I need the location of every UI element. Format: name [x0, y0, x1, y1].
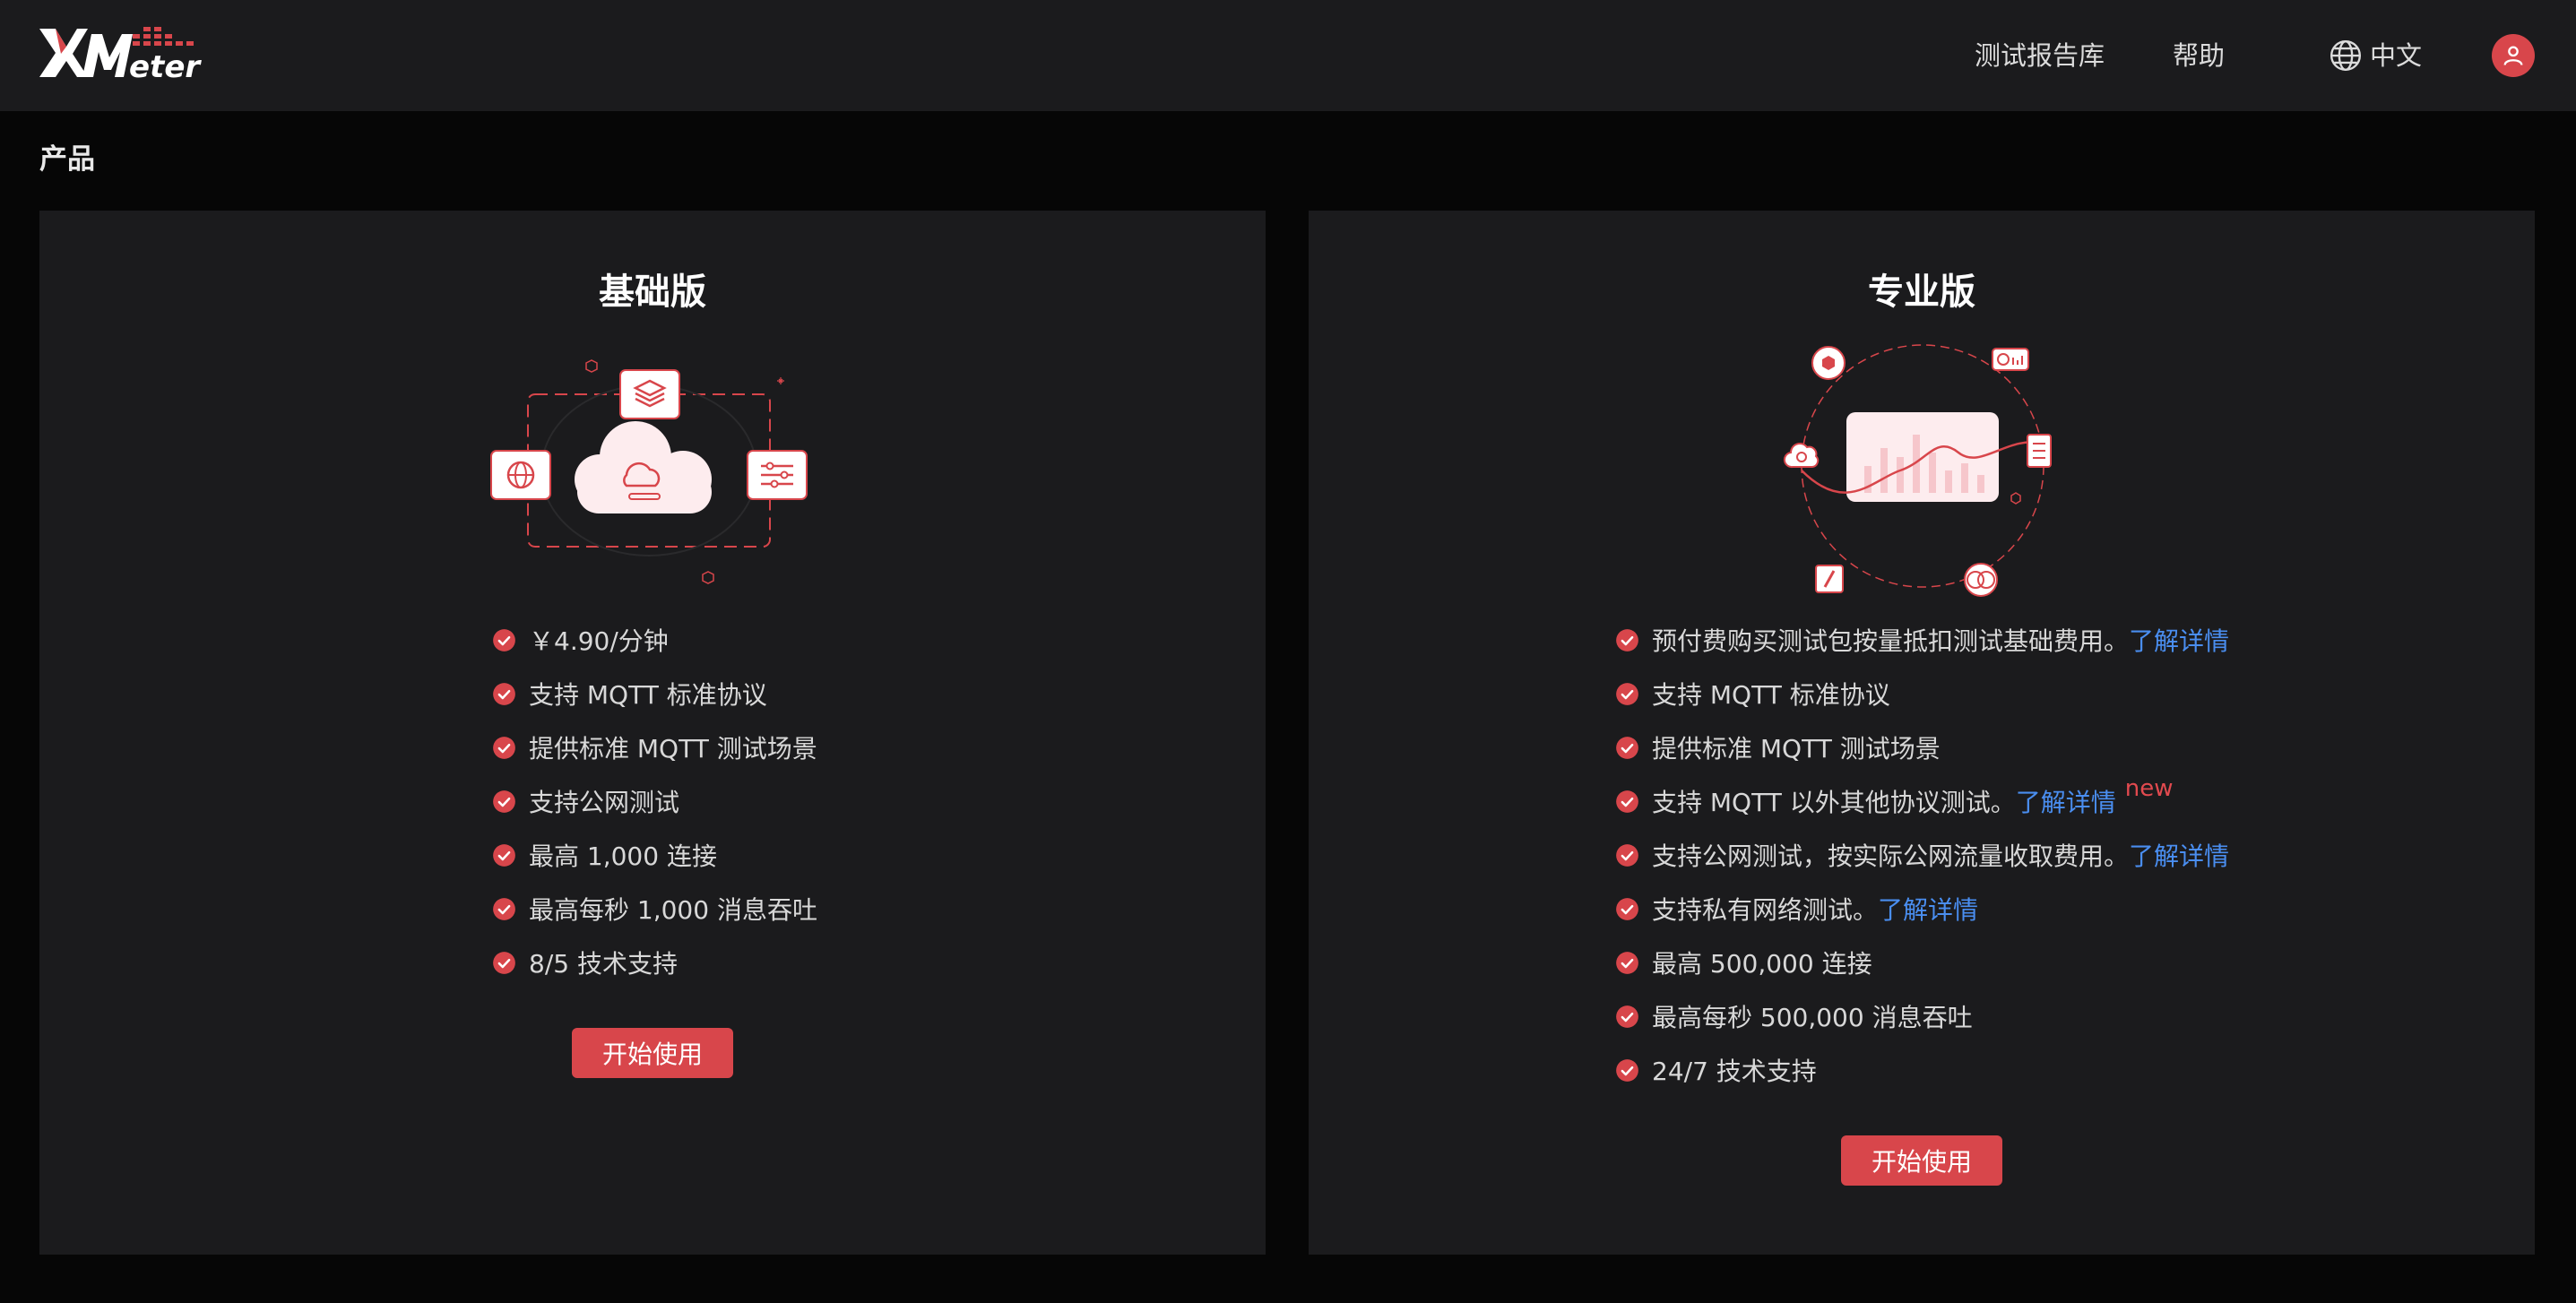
- check-circle-icon: [493, 843, 515, 867]
- start-button-pro[interactable]: 开始使用: [1841, 1135, 2002, 1186]
- plan-title-basic: 基础版: [599, 272, 706, 313]
- feature-text: 支持私有网络测试。: [1652, 895, 1879, 925]
- check-circle-icon: [493, 897, 515, 920]
- feature-text: 支持 MQTT 以外其他协议测试。: [1652, 788, 2016, 817]
- feature-list-pro: 预付费购买测试包按量抵扣测试基础费用。 了解详情 支持 MQTT 标准协议 提供…: [1615, 613, 2229, 1097]
- check-circle-icon: [493, 628, 515, 652]
- feature-text: 最高 500,000 连接: [1652, 949, 1872, 979]
- feature-item: 预付费购买测试包按量抵扣测试基础费用。 了解详情: [1615, 613, 2229, 667]
- check-circle-icon: [493, 736, 515, 759]
- check-circle-icon: [493, 951, 515, 974]
- plan-card-pro: 专业版 预付费购买测试包按量抵扣测试基础费用。 了解详情 支持 MQTT 标准协…: [1309, 211, 2535, 1255]
- feature-item: 提供标准 MQTT 测试场景: [492, 721, 817, 774]
- cloud-illustration: [490, 359, 808, 584]
- check-circle-icon: [1616, 951, 1638, 974]
- feature-text: 24/7 技术支持: [1652, 1057, 1817, 1086]
- check-circle-icon: [1616, 843, 1638, 867]
- feature-item: 提供标准 MQTT 测试场景: [1615, 721, 2229, 774]
- feature-text: ￥4.90/分钟: [529, 626, 669, 656]
- nav-test-report-library[interactable]: 测试报告库: [1975, 36, 2105, 75]
- feature-list-basic: ￥4.90/分钟 支持 MQTT 标准协议 提供标准 MQTT 测试场景 支持公…: [492, 613, 817, 989]
- feature-text: 支持公网测试: [529, 788, 680, 817]
- feature-text: 支持 MQTT 标准协议: [1652, 680, 1890, 710]
- feature-item: 支持 MQTT 标准协议: [1615, 667, 2229, 721]
- feature-text: 支持 MQTT 标准协议: [529, 680, 767, 710]
- analytics-illustration: [1783, 344, 2052, 597]
- top-navigation-bar: eter 测试报告库 帮助 中文: [0, 0, 2576, 111]
- feature-text: 提供标准 MQTT 测试场景: [529, 734, 817, 764]
- check-circle-icon: [1616, 628, 1638, 652]
- feature-item: 支持私有网络测试。 了解详情: [1615, 882, 2229, 936]
- globe-icon: [2330, 39, 2362, 72]
- feature-item: 最高 1,000 连接: [492, 828, 817, 882]
- svg-text:eter: eter: [129, 49, 202, 85]
- plan-card-basic: 基础版 ￥4.90/分钟 支持 MQTT 标准协议 提供标准 MQTT 测试场景…: [39, 211, 1266, 1255]
- check-circle-icon: [493, 790, 515, 813]
- feature-item: 最高 500,000 连接: [1615, 936, 2229, 989]
- feature-item: 支持公网测试: [492, 774, 817, 828]
- feature-text: 预付费购买测试包按量抵扣测试基础费用。: [1652, 626, 2130, 656]
- check-circle-icon: [1616, 1005, 1638, 1028]
- check-circle-icon: [1616, 790, 1638, 813]
- check-circle-icon: [1616, 897, 1638, 920]
- feature-text: 提供标准 MQTT 测试场景: [1652, 734, 1941, 764]
- feature-text: 最高每秒 500,000 消息吞吐: [1652, 1003, 1973, 1032]
- language-switcher[interactable]: 中文: [2329, 36, 2422, 75]
- learn-more-link[interactable]: 了解详情: [2016, 783, 2116, 819]
- new-badge: new: [2124, 775, 2174, 802]
- page-title: 产品: [39, 143, 95, 176]
- user-icon: [2503, 46, 2523, 65]
- feature-item: 最高每秒 500,000 消息吞吐: [1615, 989, 2229, 1043]
- feature-item: 24/7 技术支持: [1615, 1043, 2229, 1097]
- feature-text: 最高每秒 1,000 消息吞吐: [529, 895, 817, 925]
- feature-item: 最高每秒 1,000 消息吞吐: [492, 882, 817, 936]
- nav-help[interactable]: 帮助: [2173, 36, 2225, 75]
- learn-more-link[interactable]: 了解详情: [2129, 622, 2229, 658]
- feature-item: ￥4.90/分钟: [492, 613, 817, 667]
- learn-more-link[interactable]: 了解详情: [1878, 891, 1978, 927]
- check-circle-icon: [1616, 682, 1638, 705]
- start-button-basic[interactable]: 开始使用: [572, 1028, 733, 1078]
- feature-text: 支持公网测试，按实际公网流量收取费用。: [1652, 841, 2130, 871]
- feature-text: 最高 1,000 连接: [529, 841, 717, 871]
- feature-text: 8/5 技术支持: [529, 949, 678, 979]
- feature-item: 支持 MQTT 标准协议: [492, 667, 817, 721]
- check-circle-icon: [1616, 736, 1638, 759]
- plan-title-pro: 专业版: [1868, 272, 1975, 313]
- user-avatar[interactable]: [2492, 34, 2535, 77]
- language-label: 中文: [2370, 40, 2423, 71]
- check-circle-icon: [493, 682, 515, 705]
- feature-item: 支持公网测试，按实际公网流量收取费用。 了解详情: [1615, 828, 2229, 882]
- xmeter-logo[interactable]: eter: [36, 22, 206, 86]
- check-circle-icon: [1616, 1058, 1638, 1082]
- feature-item: 8/5 技术支持: [492, 936, 817, 989]
- feature-item: 支持 MQTT 以外其他协议测试。 了解详情 new: [1615, 774, 2229, 828]
- learn-more-link[interactable]: 了解详情: [2129, 837, 2229, 873]
